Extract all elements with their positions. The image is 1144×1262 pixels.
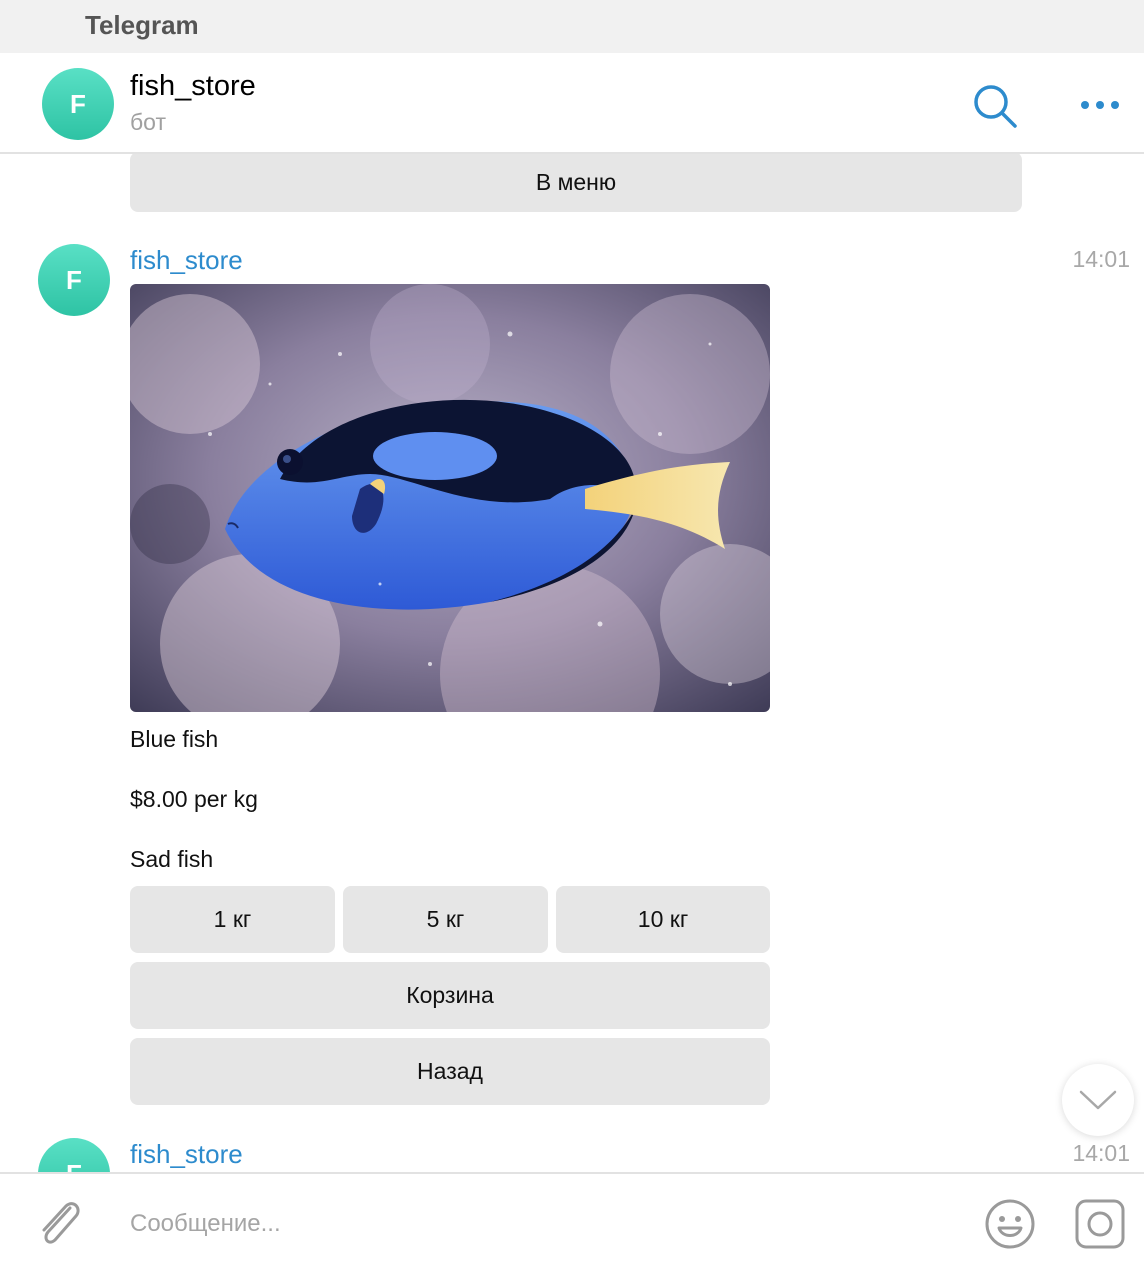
emoji-icon[interactable] (984, 1198, 1036, 1250)
chat-header: F fish_store бот (0, 53, 1144, 154)
quantity-5kg-button[interactable]: 5 кг (343, 886, 548, 953)
message-input[interactable]: Сообщение... (130, 1210, 281, 1238)
blue-tang-fish-photo[interactable] (130, 284, 770, 712)
window-titlebar: Telegram (0, 0, 1144, 53)
quantity-1kg-button[interactable]: 1 кг (130, 886, 335, 953)
paperclip-icon[interactable] (34, 1194, 82, 1248)
chat-avatar[interactable]: F (42, 68, 114, 140)
product-description: Sad fish (130, 846, 214, 872)
product-title: Blue fish (130, 726, 219, 752)
window-title: Telegram (85, 10, 199, 40)
message-time: 14:01 (1072, 246, 1130, 272)
message-time: 14:01 (1072, 1140, 1130, 1166)
sender-avatar[interactable]: F (38, 1138, 110, 1172)
more-dots-icon[interactable] (1078, 91, 1124, 119)
sender-name[interactable]: fish_store (130, 245, 243, 276)
chat-name[interactable]: fish_store (130, 70, 256, 103)
message-list[interactable]: В меню F fish_store 14:01 Blue fish $8.0… (0, 154, 1144, 1172)
chevron-down-icon (1079, 1090, 1117, 1110)
message-composer: Сообщение... (0, 1172, 1144, 1262)
cart-button[interactable]: Корзина (130, 962, 770, 1029)
chat-status: бот (130, 109, 166, 135)
camera-icon[interactable] (1074, 1198, 1126, 1250)
search-icon[interactable] (972, 83, 1018, 129)
product-price: $8.00 per kg (130, 786, 258, 812)
sender-avatar[interactable]: F (38, 244, 110, 316)
sender-name[interactable]: fish_store (130, 1139, 243, 1170)
quantity-10kg-button[interactable]: 10 кг (556, 886, 770, 953)
scroll-down-button[interactable] (1062, 1064, 1134, 1136)
back-button[interactable]: Назад (130, 1038, 770, 1105)
menu-button[interactable]: В меню (130, 154, 1022, 212)
